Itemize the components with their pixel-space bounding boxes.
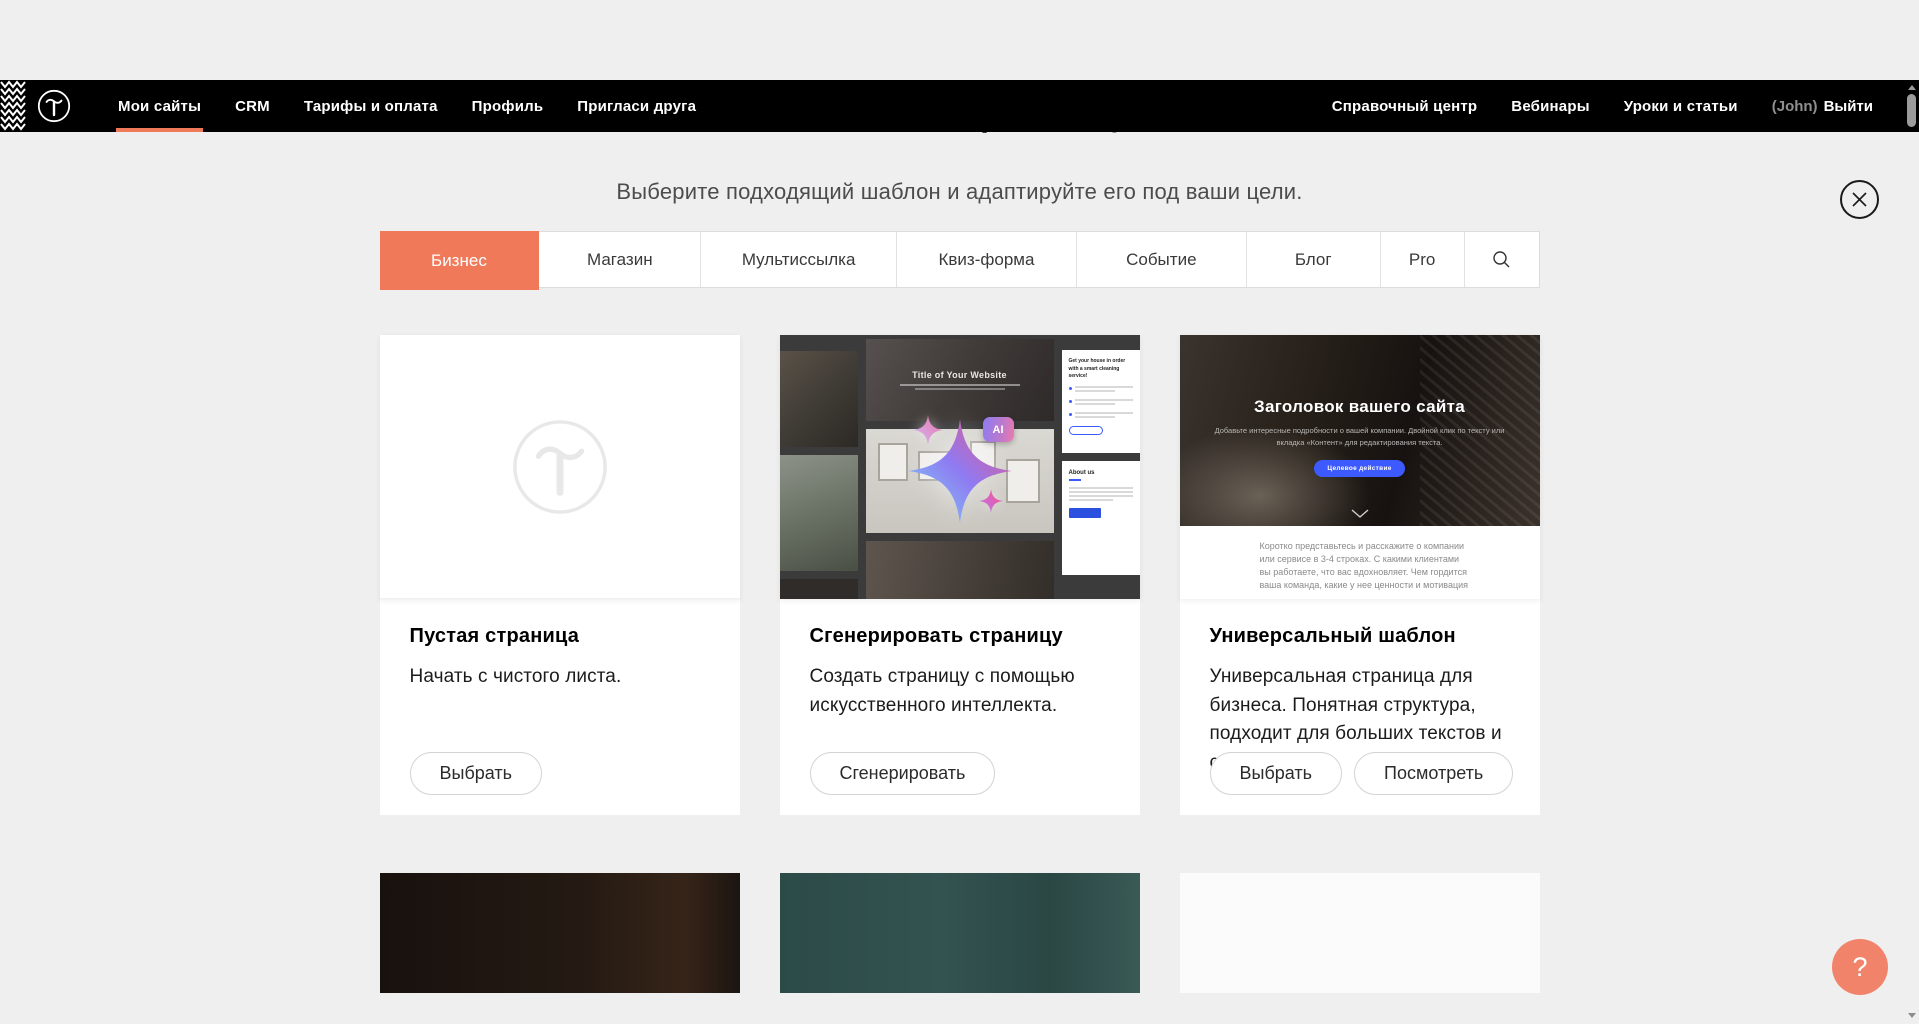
tab-blog[interactable]: Блог [1247, 232, 1381, 287]
nav-item-profile[interactable]: Профиль [455, 80, 561, 132]
card-actions: Выбрать Посмотреть [1210, 752, 1514, 795]
card-actions: Выбрать [410, 752, 543, 795]
tab-quiz-form[interactable]: Квиз-форма [897, 232, 1077, 287]
nav-item-webinars[interactable]: Вебинары [1494, 80, 1606, 132]
nav-item-my-sites[interactable]: Мои сайты [101, 80, 218, 132]
universal-template-preview: Заголовок вашего сайта Добавьте интересн… [1180, 335, 1540, 599]
page-subtitle: Выберите подходящий шаблон и адаптируйте… [380, 179, 1540, 205]
generate-button[interactable]: Сгенерировать [810, 752, 996, 795]
card-description: Начать с чистого листа. [410, 663, 710, 692]
template-category-tabs: Бизнес Магазин Мультиссылка Квиз-форма С… [380, 231, 1540, 288]
tab-search[interactable] [1465, 232, 1539, 287]
preview-universal-button[interactable]: Посмотреть [1354, 752, 1513, 795]
tab-multilink[interactable]: Мультиссылка [701, 232, 897, 287]
nav-item-help-center[interactable]: Справочный центр [1315, 80, 1495, 132]
card-body: Сгенерировать страницу Создать страницу … [780, 599, 1140, 815]
chevron-down-icon [1351, 509, 1369, 518]
card-body: Пустая страница Начать с чистого листа. … [380, 599, 740, 815]
template-card-universal: Заголовок вашего сайта Добавьте интересн… [1180, 335, 1540, 815]
ai-template-preview: Title of Your Website Get your house in … [780, 335, 1140, 599]
user-name: (John) [1772, 98, 1818, 115]
close-button[interactable] [1840, 180, 1879, 219]
new-page-dialog: Новая страница Выберите подходящий шабло… [380, 80, 1540, 993]
preview-body-text: Коротко представьтесь и расскажите о ком… [1180, 526, 1540, 599]
template-card-partial[interactable] [1180, 873, 1540, 993]
card-description: Создать страницу с помощью искусственног… [810, 663, 1110, 720]
scrollbar-thumb[interactable] [1907, 94, 1916, 127]
tab-business[interactable]: Бизнес [380, 231, 540, 290]
preview-hero-title: Заголовок вашего сайта [1254, 397, 1465, 417]
top-nav: Мои сайты CRM Тарифы и оплата Профиль Пр… [0, 80, 1919, 132]
help-button[interactable]: ? [1832, 939, 1888, 995]
card-body: Универсальный шаблон Универсальная стран… [1180, 599, 1540, 815]
preview-hero-text: Добавьте интересные подробности о вашей … [1205, 425, 1515, 449]
nav-item-crm[interactable]: CRM [218, 80, 287, 132]
card-title: Сгенерировать страницу [810, 599, 1110, 648]
scroll-down-icon[interactable] [1904, 1008, 1919, 1022]
sparkle-small-icon [913, 415, 943, 445]
zigzag-pattern [0, 80, 26, 132]
nav-left-menu: Мои сайты CRM Тарифы и оплата Профиль Пр… [101, 80, 713, 132]
ai-badge: AI [983, 417, 1014, 442]
card-title: Универсальный шаблон [1210, 599, 1510, 648]
search-icon [1492, 250, 1511, 269]
sparkle-small-icon [979, 489, 1003, 513]
template-card-blank: Пустая страница Начать с чистого листа. … [380, 335, 740, 815]
template-card-partial[interactable] [780, 873, 1140, 993]
tilda-logo-icon[interactable] [37, 89, 71, 123]
card-title: Пустая страница [410, 599, 710, 648]
template-cards: Пустая страница Начать с чистого листа. … [380, 335, 1540, 815]
nav-item-lessons[interactable]: Уроки и статьи [1607, 80, 1755, 132]
nav-item-pricing[interactable]: Тарифы и оплата [287, 80, 455, 132]
logout-link[interactable]: Выйти [1824, 98, 1873, 115]
select-blank-button[interactable]: Выбрать [410, 752, 543, 795]
close-icon [1851, 191, 1868, 208]
template-card-ai: Title of Your Website Get your house in … [780, 335, 1140, 815]
tab-event[interactable]: Событие [1077, 232, 1247, 287]
nav-item-invite-friend[interactable]: Пригласи друга [560, 80, 713, 132]
template-card-partial[interactable] [380, 873, 740, 993]
vertical-scrollbar[interactable] [1904, 80, 1919, 1024]
template-cards-row2 [380, 873, 1540, 993]
sparkle-overlay: AI [780, 335, 1140, 599]
blank-template-preview [380, 335, 740, 599]
preview-hero: Заголовок вашего сайта Добавьте интересн… [1180, 335, 1540, 526]
nav-user: (John) Выйти [1755, 80, 1873, 132]
select-universal-button[interactable]: Выбрать [1210, 752, 1343, 795]
card-actions: Сгенерировать [810, 752, 996, 795]
scroll-up-icon[interactable] [1904, 80, 1919, 94]
tab-pro[interactable]: Pro [1381, 232, 1465, 287]
tab-store[interactable]: Магазин [539, 232, 701, 287]
preview-cta-button: Целевое действие [1314, 460, 1404, 477]
nav-right-menu: Справочный центр Вебинары Уроки и статьи… [1315, 80, 1873, 132]
tilda-watermark-icon [511, 418, 609, 516]
